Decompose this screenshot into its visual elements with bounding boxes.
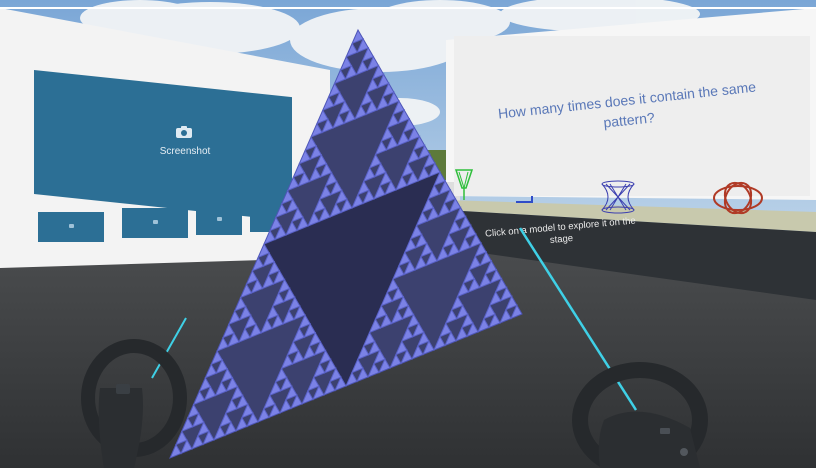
sierpinski-pyramid[interactable] — [169, 28, 523, 459]
vr-scene: Screenshot How many times does it contai… — [0, 0, 816, 468]
right-pointer-ray — [518, 227, 638, 411]
left-motion-controller[interactable] — [81, 339, 187, 468]
stage — [81, 28, 708, 468]
right-motion-controller[interactable] — [572, 362, 708, 468]
